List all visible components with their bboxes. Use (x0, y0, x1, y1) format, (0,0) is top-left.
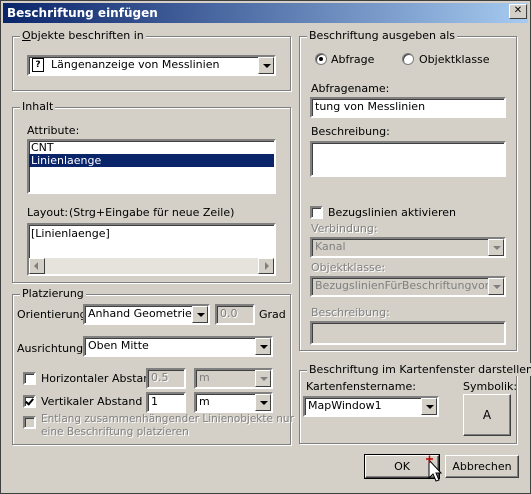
radio-object-class-label: Objektklasse (419, 53, 490, 66)
vertical-unit-value: m (199, 395, 210, 408)
angle-value: 0.0 (220, 307, 238, 320)
layout-hscrollbar[interactable] (29, 258, 274, 274)
query-name-value: tung von Messlinien (315, 100, 426, 113)
symbol-label: Symbolik: (463, 380, 518, 393)
horizontal-unit-value: m (199, 371, 210, 384)
content-group-label: Inhalt (20, 100, 56, 113)
title-bar[interactable]: Beschriftung einfügen (3, 3, 528, 23)
alignment-select[interactable]: Oben Mitte (83, 336, 273, 357)
layout-hint: (Strg+Eingabe für neue Zeile) (69, 206, 235, 219)
horizontal-distance-checkbox[interactable] (23, 372, 36, 385)
radio-query-label: Abfrage (331, 53, 375, 66)
along-lines-label-1: Entlang zusammenhängender Linienobjekte … (41, 413, 294, 425)
vertical-unit-select[interactable]: m (194, 392, 273, 413)
chevron-down-icon[interactable] (421, 398, 437, 415)
help-icon: ? (32, 58, 44, 72)
radio-query[interactable] (315, 53, 327, 65)
map-group-label: Beschriftung im Kartenfenster darstellen (307, 363, 531, 376)
chevron-down-icon[interactable] (488, 239, 504, 256)
query-name-input[interactable]: tung von Messlinien (310, 97, 506, 118)
list-item[interactable]: CNT (29, 141, 274, 154)
objects-select-value: Längenanzeige von Messlinien (51, 58, 220, 71)
vertical-distance-input[interactable]: 1 (146, 392, 186, 413)
vertical-distance-label: Vertikaler Abstand (41, 395, 143, 408)
dialog-window: Beschriftung einfügen ✕ Objekte beschrif… (0, 0, 531, 494)
window-name-label: Kartenfenstername: (306, 380, 416, 393)
attribute-label: Attribute: (27, 124, 80, 137)
orientation-value: Anhand Geometrie (88, 307, 192, 320)
horizontal-unit-select[interactable]: m (194, 368, 273, 389)
horizontal-distance-value: 0.5 (151, 371, 169, 384)
chevron-down-icon[interactable] (488, 278, 504, 295)
ref-lines-label: Bezugslinien aktivieren (328, 206, 456, 219)
alignment-value: Oben Mitte (88, 339, 149, 352)
along-lines-label-2: eine Beschriftung platzieren (41, 426, 189, 438)
cancel-button[interactable]: Abbrechen (445, 455, 519, 478)
orientation-select[interactable]: Anhand Geometrie (83, 304, 210, 325)
layout-textarea[interactable]: [Linienlaenge] (27, 223, 276, 276)
chevron-down-icon[interactable] (192, 306, 208, 323)
close-button[interactable]: ✕ (509, 4, 527, 19)
mouse-cursor-icon (426, 455, 443, 482)
along-lines-checkbox[interactable] (23, 416, 36, 429)
window-name-value: MapWindow1 (308, 399, 382, 412)
chevron-down-icon[interactable] (258, 57, 274, 74)
description2-label: Beschreibung: (311, 306, 390, 319)
connection-select[interactable]: Kanal (310, 237, 506, 258)
connection-value: Kanal (315, 240, 346, 253)
layout-value: [Linienlaenge] (31, 227, 110, 240)
objects-group-label: Objekte beschriften in (20, 29, 146, 42)
close-icon: ✕ (513, 5, 523, 16)
scroll-left-icon[interactable] (29, 258, 45, 274)
cancel-button-label: Abbrechen (452, 460, 512, 473)
ok-button-label: OK (394, 460, 410, 473)
angle-input[interactable]: 0.0 (215, 304, 255, 325)
symbol-button-label: A (482, 408, 492, 422)
query-name-label: Abfragename: (311, 82, 390, 95)
window-name-select[interactable]: MapWindow1 (303, 396, 439, 417)
radio-object-class[interactable] (402, 53, 414, 65)
description-label: Beschreibung: (311, 125, 390, 138)
scroll-right-icon[interactable] (258, 258, 274, 274)
vertical-distance-checkbox[interactable] (23, 395, 36, 408)
description-textarea[interactable] (310, 141, 506, 177)
window-title: Beschriftung einfügen (7, 6, 158, 20)
ref-lines-checkbox[interactable] (310, 206, 323, 219)
list-item[interactable]: Linienlaenge (29, 154, 274, 167)
chevron-down-icon[interactable] (255, 338, 271, 355)
description2-textarea[interactable] (310, 321, 506, 345)
objects-select[interactable]: ? Längenanzeige von Messlinien (27, 55, 276, 76)
alignment-label: Ausrichtung: (17, 342, 87, 355)
object-class-label: Objektklasse: (311, 261, 386, 274)
horizontal-distance-input[interactable]: 0.5 (146, 368, 186, 389)
symbol-button[interactable]: A (463, 394, 511, 436)
connection-label: Verbindung: (311, 222, 378, 235)
object-class-value: BezugslinienFürBeschriftungvonLäng (315, 279, 506, 292)
orientation-label: Orientierung: (17, 308, 91, 321)
output-group-label: Beschriftung ausgeben als (307, 29, 457, 42)
layout-label: Layout: (27, 206, 69, 219)
object-class-select[interactable]: BezugslinienFürBeschriftungvonLäng (310, 276, 506, 297)
angle-unit: Grad (259, 308, 286, 321)
placement-group-label: Platzierung (20, 287, 86, 300)
horizontal-distance-label: Horizontaler Abstand (41, 372, 158, 385)
vertical-distance-value: 1 (151, 395, 158, 408)
chevron-down-icon[interactable] (255, 394, 271, 411)
attribute-list[interactable]: CNT Linienlaenge (27, 139, 276, 194)
chevron-down-icon[interactable] (255, 370, 271, 387)
